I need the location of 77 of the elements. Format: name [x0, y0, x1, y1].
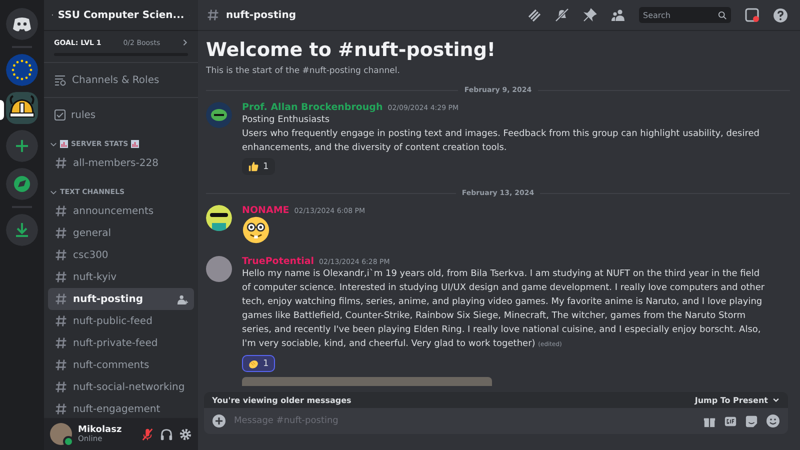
composer-bar[interactable]: Message #nuft-posting: [204, 408, 788, 434]
hash-icon: [54, 380, 68, 394]
add-server-icon[interactable]: [6, 130, 38, 162]
nerd-face-emoji-icon: [242, 216, 270, 244]
hash-icon: [54, 336, 68, 350]
jump-to-present-button[interactable]: Jump To Present: [694, 396, 780, 404]
author-name[interactable]: Prof. Allan Brockenbrough: [242, 102, 383, 113]
hash-icon: [54, 358, 68, 372]
list-search-icon: [54, 74, 67, 86]
add-member-icon[interactable]: [177, 294, 188, 304]
reaction-button[interactable]: 1: [242, 158, 275, 175]
hash-icon: [54, 270, 68, 284]
caret-icon: [50, 188, 57, 196]
headphones-icon[interactable]: [160, 428, 173, 440]
message-input-field[interactable]: Message #nuft-posting: [234, 416, 695, 426]
hash-icon: [54, 402, 68, 416]
chevron-right-icon: [182, 39, 188, 46]
channel-item[interactable]: nuft-engagement: [48, 398, 194, 418]
add-circle-icon[interactable]: [212, 414, 226, 428]
username: Mikolasz: [78, 424, 123, 435]
star-circle-flag-icon[interactable]: [6, 54, 38, 86]
hash-icon: [54, 292, 68, 306]
channel-item[interactable]: general: [48, 222, 194, 244]
gif-icon[interactable]: [724, 414, 737, 428]
channel-item[interactable]: nuft-kyiv: [48, 266, 194, 288]
bar-chart-icon: [131, 140, 140, 148]
sticker-icon[interactable]: [745, 414, 758, 428]
welcome-heading: Welcome to #nuft-posting!: [206, 39, 497, 61]
inbox-icon[interactable]: [745, 8, 759, 22]
caret-icon: [50, 140, 57, 148]
frog-avatar-icon[interactable]: [206, 102, 232, 128]
thumbs-up-icon: [248, 161, 259, 172]
hash-icon: [54, 226, 68, 240]
hash-icon: [54, 204, 68, 218]
author-name[interactable]: NONAME: [242, 205, 290, 216]
search-field[interactable]: Search: [639, 7, 731, 23]
channel-item[interactable]: csc300: [48, 244, 194, 266]
reaction-button[interactable]: 1: [242, 355, 275, 372]
channel-hash-icon: [206, 8, 220, 22]
user-avatar-photo-placeholder[interactable]: [50, 423, 72, 445]
download-icon[interactable]: [6, 214, 38, 246]
helmet-server-icon[interactable]: [6, 92, 38, 124]
clapping-hands-icon: [248, 358, 259, 369]
channels-roles-item[interactable]: Channels & Roles: [48, 69, 194, 91]
channel-item[interactable]: announcements: [48, 200, 194, 222]
search-icon: [718, 10, 727, 20]
author-name[interactable]: TruePotential: [242, 256, 314, 267]
hash-icon: [54, 156, 68, 170]
welcome-subtitle: This is the start of the #nuft-posting channel.: [206, 66, 401, 76]
avatar-photo-placeholder[interactable]: [206, 256, 232, 282]
channel-item[interactable]: nuft-posting: [48, 288, 194, 310]
checkbox-icon: [54, 109, 66, 121]
message-text: Posting Enthusiasts: [242, 114, 331, 127]
help-icon[interactable]: [773, 8, 788, 22]
channel-title: nuft-posting: [226, 10, 297, 20]
sunglasses-avatar-icon[interactable]: [206, 205, 232, 231]
chat-bubble-logo-icon[interactable]: [6, 8, 38, 40]
channel-item[interactable]: nuft-social-networking: [48, 376, 194, 398]
settings-icon[interactable]: [179, 428, 192, 440]
bar-chart-icon: [60, 140, 68, 148]
older-messages-bar: You're viewing older messages Jump To Present: [204, 392, 788, 408]
muted-bell-icon[interactable]: [555, 8, 569, 22]
pin-icon[interactable]: [583, 8, 597, 22]
hash-icon: [54, 314, 68, 328]
online-status-dot: [63, 436, 74, 447]
muted-microphone-icon[interactable]: [141, 428, 154, 440]
channel-item[interactable]: nuft-public-feed: [48, 310, 194, 332]
message-text: Users who frequently engage in posting text and images. Feedback from this group can highlight usability, desired enhancements, and the diversity of content creation tools.: [242, 128, 760, 155]
threads-icon[interactable]: [527, 8, 541, 22]
rules-channel[interactable]: rules: [48, 104, 194, 126]
channel-item[interactable]: all-members-228: [48, 152, 194, 174]
smiley-icon[interactable]: [766, 414, 780, 428]
members-icon[interactable]: [611, 8, 625, 22]
compass-icon[interactable]: [6, 168, 38, 200]
hash-icon: [54, 248, 68, 262]
channel-item[interactable]: nuft-comments: [48, 354, 194, 376]
channel-item[interactable]: nuft-private-feed: [48, 332, 194, 354]
